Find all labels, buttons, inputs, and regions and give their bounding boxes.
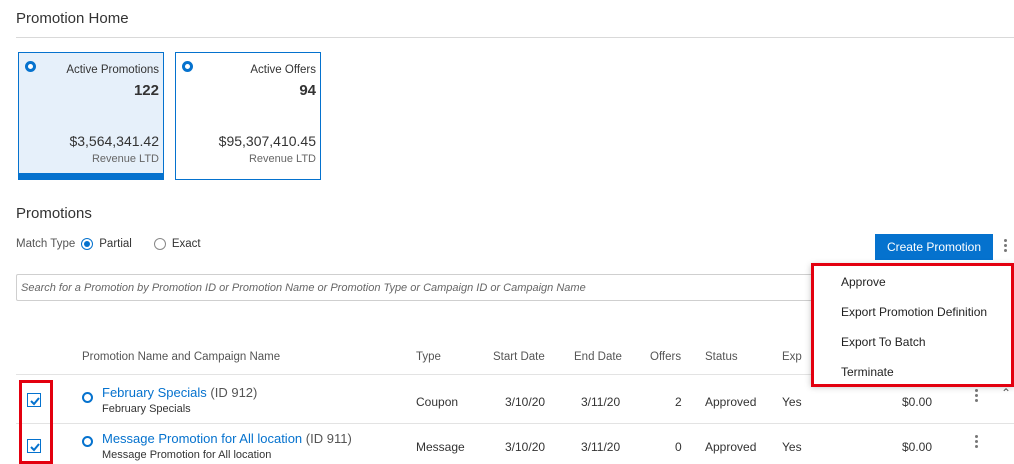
match-exact-radio[interactable] — [153, 238, 166, 250]
more-actions-icon[interactable] — [1001, 238, 1011, 254]
tile-sublabel: Revenue LTD — [248, 153, 316, 165]
cell-start-date: 3/10/20 — [505, 395, 546, 409]
header-type[interactable]: Type — [416, 351, 441, 363]
match-partial-radio[interactable] — [81, 238, 94, 250]
checkmark-icon — [30, 443, 40, 452]
cell-start-date: 3/10/20 — [505, 440, 546, 454]
cell-end-date: 3/11/20 — [581, 440, 621, 454]
promotion-name-link[interactable]: Message Promotion for All location — [102, 431, 302, 446]
promotion-name: February Specials (ID 912) — [102, 385, 257, 400]
actions-menu: Approve Export Promotion Definition Expo… — [811, 263, 1014, 385]
tile-active-promotions[interactable]: Active Promotions 122 $3,564,341.42 Reve… — [18, 52, 164, 180]
cell-type: Coupon — [416, 395, 459, 409]
campaign-name: February Specials — [102, 403, 191, 415]
cell-status: Approved — [705, 440, 757, 454]
cell-status: Approved — [705, 395, 757, 409]
menu-item-export-batch[interactable]: Export To Batch — [841, 335, 926, 349]
row-radio-icon[interactable] — [82, 392, 93, 403]
cell-amount: $0.00 — [902, 440, 933, 454]
header-status[interactable]: Status — [705, 351, 738, 363]
tile-count: 94 — [299, 82, 316, 99]
promotion-search-input[interactable] — [16, 274, 848, 301]
tile-amount: $95,307,410.45 — [218, 133, 316, 149]
promotion-id: (ID 911) — [305, 431, 352, 446]
header-start-date[interactable]: Start Date — [493, 351, 545, 363]
tile-selected-bar — [18, 173, 164, 180]
tile-label: Active Offers — [250, 64, 316, 76]
tile-label: Active Promotions — [66, 64, 159, 76]
header-offers[interactable]: Offers — [650, 351, 681, 363]
row-divider — [16, 423, 1014, 424]
cell-offers: 0 — [675, 440, 682, 454]
cell-offers: 2 — [675, 395, 682, 409]
menu-item-export-definition[interactable]: Export Promotion Definition — [841, 305, 987, 319]
checkmark-icon — [30, 397, 40, 406]
promotion-name-link[interactable]: February Specials — [102, 385, 207, 400]
tile-amount: $3,564,341.42 — [69, 133, 159, 149]
cell-type: Message — [416, 440, 465, 454]
cell-exp: Yes — [782, 395, 802, 409]
header-name[interactable]: Promotion Name and Campaign Name — [82, 351, 280, 363]
match-partial-label[interactable]: Partial — [99, 238, 132, 250]
campaign-name: Message Promotion for All location — [102, 449, 272, 461]
create-promotion-button[interactable]: Create Promotion — [875, 234, 993, 260]
scroll-up-icon[interactable]: ⌃ — [1001, 386, 1011, 400]
cell-exp: Yes — [782, 440, 802, 454]
cell-end-date: 3/11/20 — [581, 395, 621, 409]
row-actions-icon[interactable] — [972, 388, 982, 404]
row-actions-icon[interactable] — [972, 434, 982, 450]
tile-count: 122 — [133, 82, 159, 99]
match-type-label: Match Type — [16, 238, 76, 250]
promotion-name: Message Promotion for All location (ID 9… — [102, 431, 352, 446]
header-end-date[interactable]: End Date — [574, 351, 622, 363]
tile-radio-icon — [182, 61, 193, 72]
tile-sublabel: Revenue LTD — [91, 153, 159, 165]
match-type-group: Match Type Partial Exact — [16, 238, 215, 250]
section-title-promotions: Promotions — [16, 205, 92, 222]
row-checkbox[interactable] — [27, 393, 41, 407]
menu-item-terminate[interactable]: Terminate — [841, 365, 894, 379]
row-radio-icon[interactable] — [82, 436, 93, 447]
menu-item-approve[interactable]: Approve — [841, 275, 886, 289]
cell-amount: $0.00 — [902, 395, 933, 409]
promotion-id: (ID 912) — [210, 385, 258, 400]
tile-radio-icon — [25, 61, 36, 72]
match-exact-label[interactable]: Exact — [172, 238, 201, 250]
page-title: Promotion Home — [16, 10, 129, 27]
header-exp[interactable]: Exp — [782, 351, 802, 363]
row-checkbox[interactable] — [27, 439, 41, 453]
title-divider — [16, 37, 1014, 38]
tile-active-offers[interactable]: Active Offers 94 $95,307,410.45 Revenue … — [175, 52, 321, 180]
